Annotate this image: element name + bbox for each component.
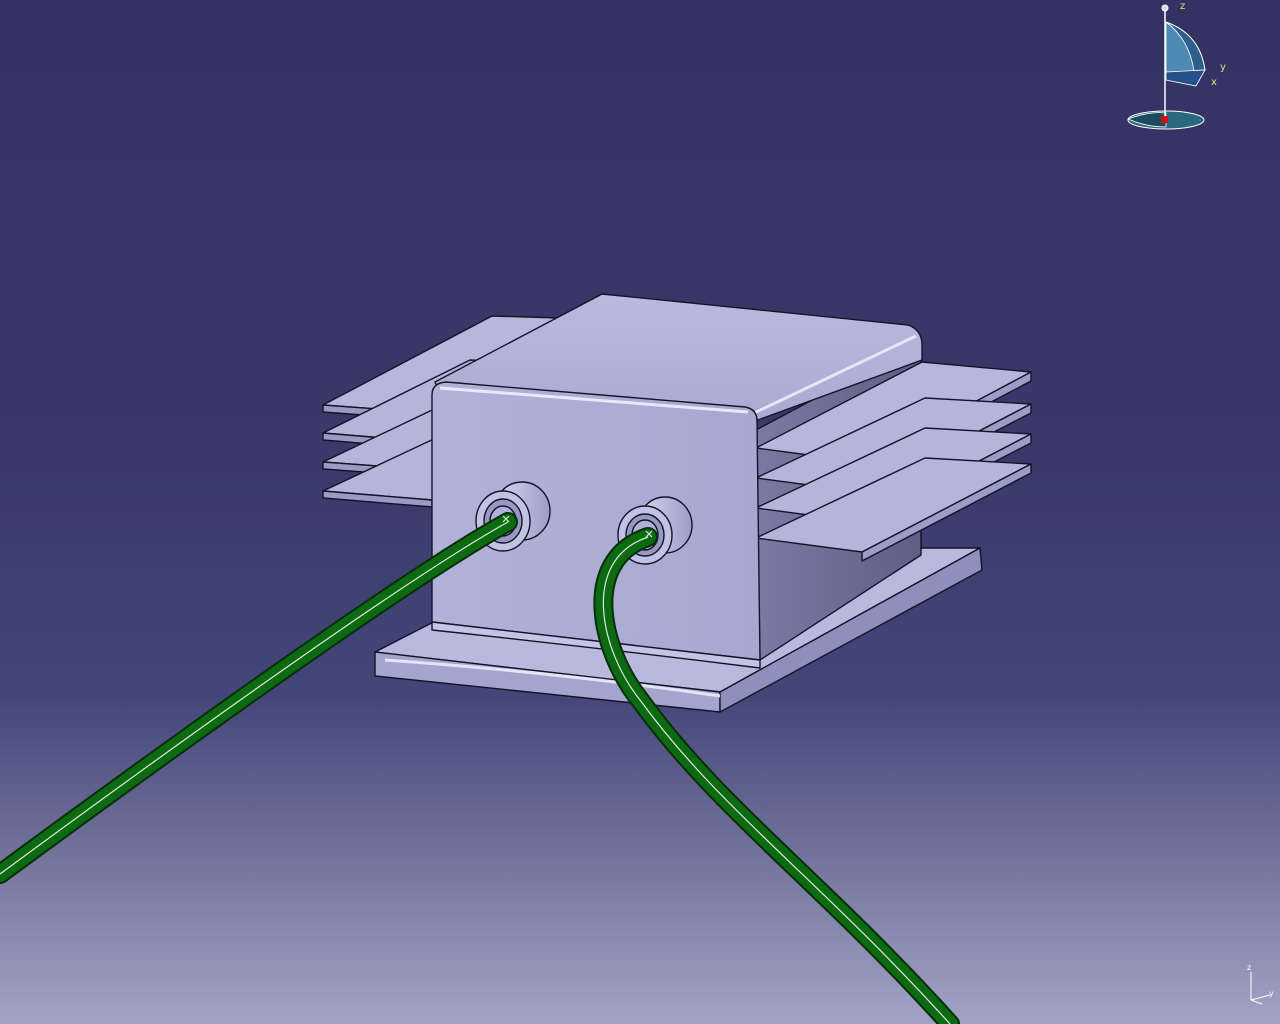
- compass-icon[interactable]: z y x: [1126, 1, 1226, 130]
- 3d-viewport[interactable]: z y x z y: [0, 0, 1280, 1024]
- left-cable[interactable]: [0, 512, 518, 884]
- 3d-scene[interactable]: z y x z y: [0, 0, 1280, 1024]
- axis-triad-icon: z y: [1247, 963, 1274, 1005]
- triad-y-label: y: [1269, 989, 1274, 998]
- triad-z-label: z: [1247, 963, 1251, 972]
- heat-sink-part[interactable]: [322, 293, 1032, 713]
- compass-z-label: z: [1180, 1, 1185, 12]
- compass-x-label: x: [1211, 77, 1217, 88]
- compass-y-label: y: [1220, 62, 1226, 73]
